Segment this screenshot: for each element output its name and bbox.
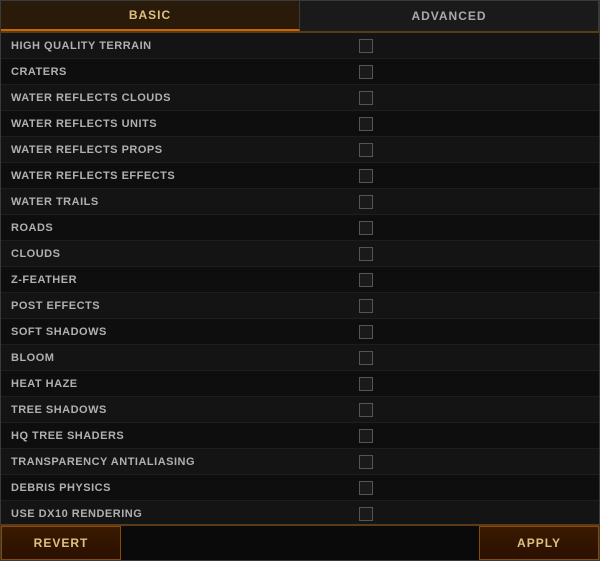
setting-label: CRATERS [11, 66, 349, 78]
setting-checkbox[interactable] [359, 39, 373, 53]
setting-label: WATER REFLECTS CLOUDS [11, 92, 349, 104]
setting-checkbox[interactable] [359, 221, 373, 235]
setting-checkbox[interactable] [359, 247, 373, 261]
table-row: TREE SHADOWS [1, 397, 599, 423]
setting-label: POST EFFECTS [11, 300, 349, 312]
tab-bar: BASIC ADVANCED [1, 1, 599, 33]
setting-label: SOFT SHADOWS [11, 326, 349, 338]
setting-label: ROADS [11, 222, 349, 234]
setting-label: DEBRIS PHYSICS [11, 482, 349, 494]
table-row: SOFT SHADOWS [1, 319, 599, 345]
setting-label: CLOUDS [11, 248, 349, 260]
setting-label: HEAT HAZE [11, 378, 349, 390]
table-row: TRANSPARENCY ANTIALIASING [1, 449, 599, 475]
revert-button[interactable]: REVERT [1, 526, 121, 560]
setting-checkbox[interactable] [359, 65, 373, 79]
setting-checkbox[interactable] [359, 91, 373, 105]
table-row: BLOOM [1, 345, 599, 371]
setting-checkbox[interactable] [359, 195, 373, 209]
table-row: HIGH QUALITY TERRAIN [1, 33, 599, 59]
tab-advanced[interactable]: ADVANCED [300, 1, 599, 31]
table-row: HEAT HAZE [1, 371, 599, 397]
setting-label: WATER REFLECTS UNITS [11, 118, 349, 130]
main-container: BASIC ADVANCED HIGH QUALITY TERRAIN CRATE… [0, 0, 600, 561]
setting-checkbox[interactable] [359, 273, 373, 287]
setting-label: Z-FEATHER [11, 274, 349, 286]
table-row: WATER REFLECTS UNITS [1, 111, 599, 137]
setting-label: BLOOM [11, 352, 349, 364]
setting-checkbox[interactable] [359, 377, 373, 391]
table-row: CRATERS [1, 59, 599, 85]
setting-checkbox[interactable] [359, 507, 373, 521]
table-row: WATER TRAILS [1, 189, 599, 215]
setting-label: WATER REFLECTS PROPS [11, 144, 349, 156]
setting-label: WATER REFLECTS EFFECTS [11, 170, 349, 182]
setting-checkbox[interactable] [359, 117, 373, 131]
setting-label: TREE SHADOWS [11, 404, 349, 416]
table-row: USE DX10 RENDERING [1, 501, 599, 524]
tab-basic[interactable]: BASIC [1, 1, 300, 31]
setting-checkbox[interactable] [359, 481, 373, 495]
table-row: WATER REFLECTS PROPS [1, 137, 599, 163]
setting-label: HQ TREE SHADERS [11, 430, 349, 442]
setting-checkbox[interactable] [359, 299, 373, 313]
setting-checkbox[interactable] [359, 351, 373, 365]
setting-checkbox[interactable] [359, 143, 373, 157]
table-row: Z-FEATHER [1, 267, 599, 293]
settings-list: HIGH QUALITY TERRAIN CRATERS WATER REFLECT… [1, 33, 599, 524]
table-row: ROADS [1, 215, 599, 241]
setting-checkbox[interactable] [359, 169, 373, 183]
table-row: DEBRIS PHYSICS [1, 475, 599, 501]
setting-checkbox[interactable] [359, 325, 373, 339]
setting-label: HIGH QUALITY TERRAIN [11, 40, 349, 52]
table-row: POST EFFECTS [1, 293, 599, 319]
table-row: WATER REFLECTS EFFECTS [1, 163, 599, 189]
setting-checkbox[interactable] [359, 455, 373, 469]
setting-checkbox[interactable] [359, 403, 373, 417]
footer: REVERT APPLY [1, 524, 599, 560]
setting-label: TRANSPARENCY ANTIALIASING [11, 456, 349, 468]
content-area: HIGH QUALITY TERRAIN CRATERS WATER REFLECT… [1, 33, 599, 524]
table-row: HQ TREE SHADERS [1, 423, 599, 449]
table-row: WATER REFLECTS CLOUDS [1, 85, 599, 111]
setting-checkbox[interactable] [359, 429, 373, 443]
setting-label: USE DX10 RENDERING [11, 508, 349, 520]
table-row: CLOUDS [1, 241, 599, 267]
setting-label: WATER TRAILS [11, 196, 349, 208]
apply-button[interactable]: APPLY [479, 526, 599, 560]
